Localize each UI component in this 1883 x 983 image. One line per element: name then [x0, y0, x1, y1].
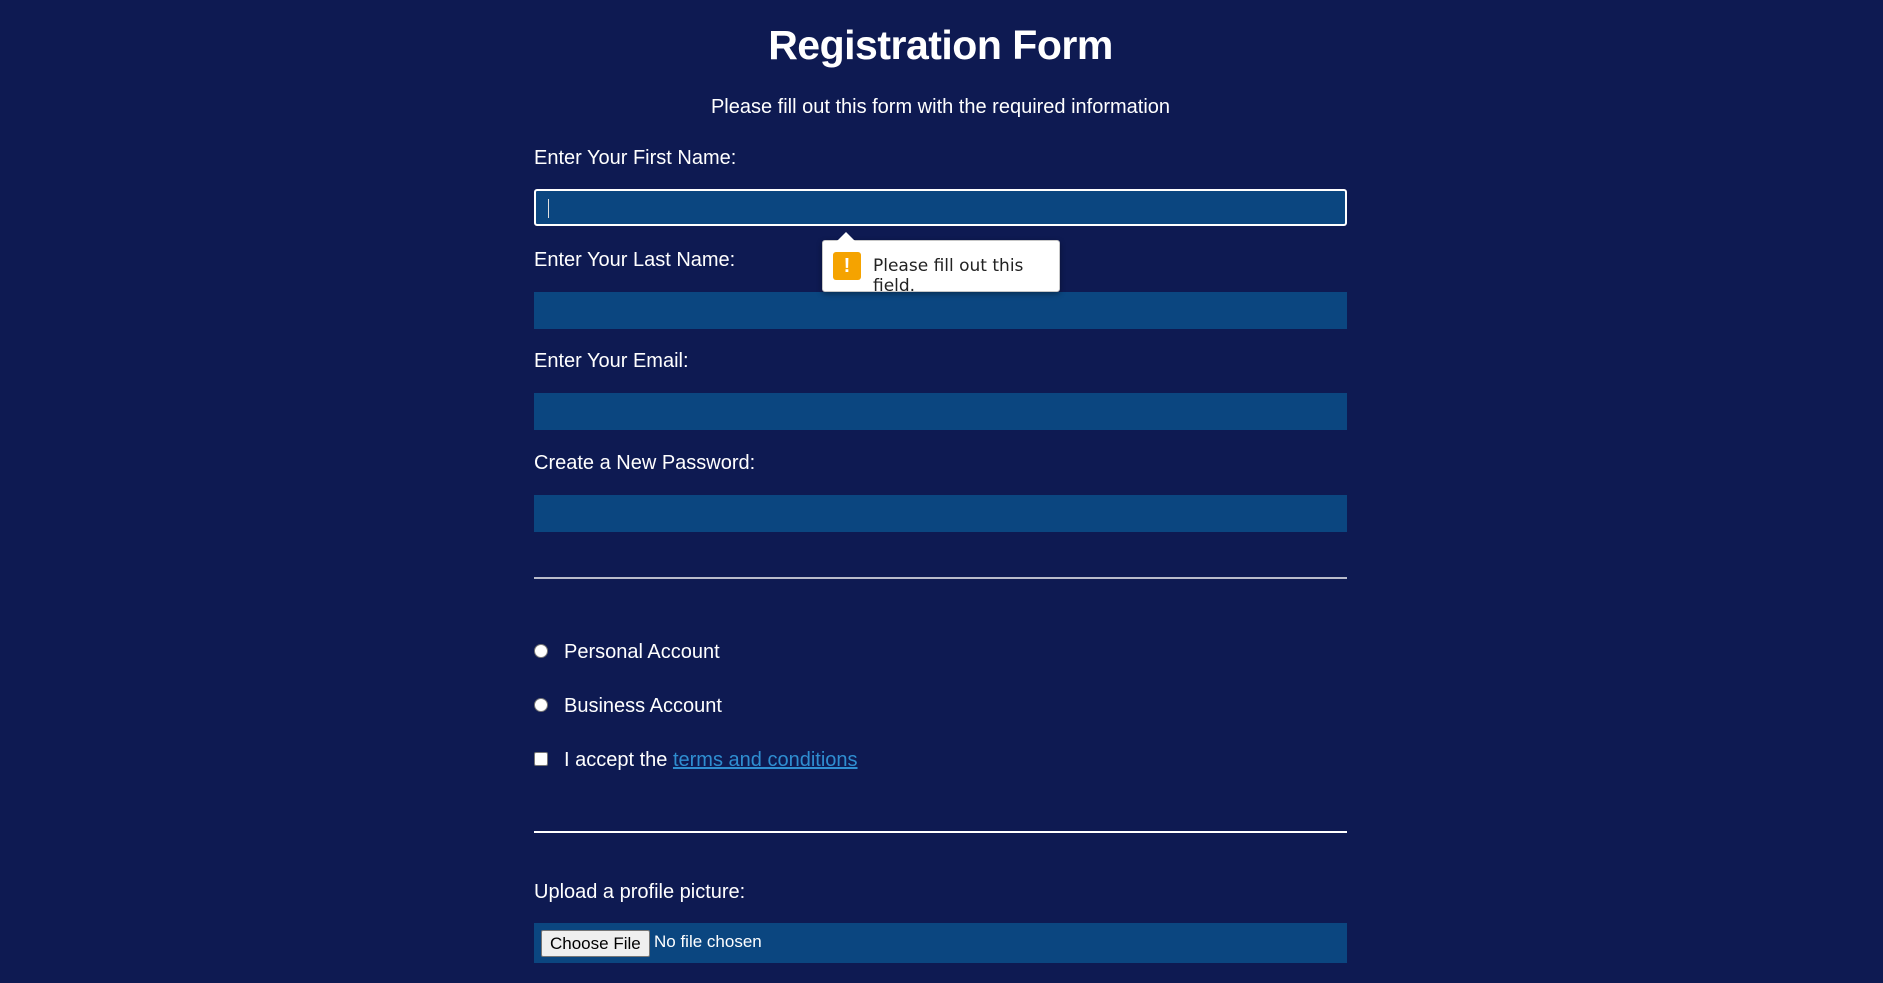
form-subtitle: Please fill out this form with the requi…: [710, 96, 1171, 118]
password-label: Create a New Password:: [534, 452, 756, 474]
section-divider-bottom: [534, 831, 1347, 833]
business-account-radio[interactable]: [534, 698, 548, 712]
first-name-input[interactable]: [534, 189, 1347, 226]
page-title: Registration Form: [768, 22, 1113, 68]
validation-message: Please fill out this field.: [873, 256, 1024, 296]
validation-tooltip: ! Please fill out this field.: [822, 232, 1060, 296]
personal-account-label[interactable]: Personal Account: [564, 641, 720, 664]
tooltip-arrow: [837, 232, 855, 241]
first-name-label: Enter Your First Name:: [534, 147, 737, 169]
file-status: No file chosen: [654, 932, 762, 951]
profile-picture-upload[interactable]: Choose File No file chosen: [534, 923, 1347, 963]
upload-label: Upload a profile picture:: [534, 881, 746, 903]
terms-label: I accept the terms and conditions: [564, 749, 858, 772]
text-caret: [548, 199, 549, 218]
terms-checkbox[interactable]: [534, 752, 548, 766]
registration-page: Registration Form Please fill out this f…: [0, 0, 1883, 983]
warning-icon: !: [833, 252, 861, 280]
business-account-label[interactable]: Business Account: [564, 695, 722, 718]
email-label: Enter Your Email:: [534, 350, 689, 372]
last-name-input[interactable]: [534, 292, 1347, 329]
terms-link[interactable]: terms and conditions: [673, 749, 858, 771]
choose-file-button[interactable]: Choose File: [541, 930, 650, 957]
email-input[interactable]: [534, 393, 1347, 430]
terms-prefix: I accept the: [564, 749, 673, 771]
personal-account-radio[interactable]: [534, 644, 548, 658]
section-divider-top: [534, 577, 1347, 579]
last-name-label: Enter Your Last Name:: [534, 249, 736, 271]
password-input[interactable]: [534, 495, 1347, 532]
